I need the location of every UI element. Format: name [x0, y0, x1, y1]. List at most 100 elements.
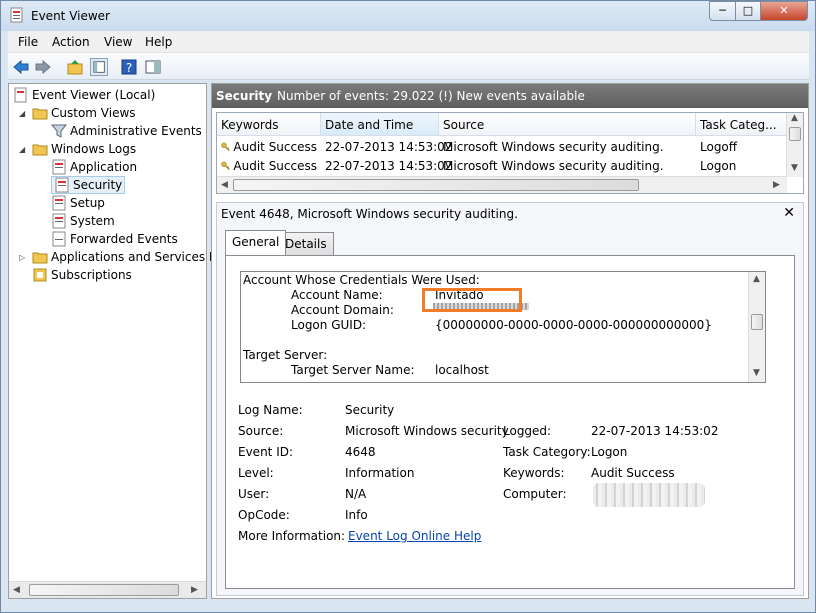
log-name-value: Security: [345, 403, 395, 417]
column-header-source[interactable]: Source: [439, 113, 696, 136]
tree-item-system[interactable]: System: [51, 212, 115, 230]
message-vertical-scrollbar[interactable]: ▲ ▼: [748, 272, 765, 382]
field-label: Source:: [238, 424, 284, 438]
scroll-thumb[interactable]: [29, 584, 179, 596]
tree-item-security[interactable]: Security: [51, 176, 126, 194]
window-title: Event Viewer: [31, 9, 110, 23]
scroll-left-arrow-icon[interactable]: ◀: [221, 180, 228, 190]
field-label: Logged:: [503, 424, 552, 438]
grid-vertical-scrollbar[interactable]: ▲ ▼: [786, 113, 803, 177]
key-icon: [221, 142, 230, 151]
field-label: Keywords:: [503, 466, 565, 480]
scroll-up-arrow-icon[interactable]: ▲: [753, 274, 760, 284]
tab-general[interactable]: General: [225, 230, 287, 255]
cell-task-category: Logoff: [700, 139, 738, 154]
scroll-right-arrow-icon[interactable]: ▶: [773, 180, 780, 190]
filter-icon: [51, 124, 67, 138]
cell-keywords: Audit Success: [217, 137, 321, 156]
message-section-target: Target Server:: [243, 348, 328, 362]
tree-item-windows-logs[interactable]: ◢ Windows Logs: [19, 140, 136, 158]
folder-up-icon[interactable]: [66, 58, 84, 76]
field-label: Task Category:: [503, 445, 591, 459]
event-message-box[interactable]: Account Whose Credentials Were Used: Acc…: [240, 271, 766, 383]
field-label: Log Name:: [238, 403, 303, 417]
column-header-task-category[interactable]: Task Categ...: [696, 113, 787, 136]
menu-action[interactable]: Action: [52, 35, 90, 49]
scroll-thumb[interactable]: [233, 179, 639, 191]
forward-arrow-icon[interactable]: [34, 58, 52, 76]
tree-item-custom-views[interactable]: ◢ Custom Views: [19, 104, 136, 122]
logon-guid-value: {00000000-0000-0000-0000-000000000000}: [435, 318, 712, 332]
log-header: Security Number of events: 29.022 (!) Ne…: [212, 84, 808, 108]
scroll-down-arrow-icon[interactable]: ▼: [753, 368, 760, 378]
tree-item-setup[interactable]: Setup: [51, 194, 105, 212]
show-action-pane-icon[interactable]: [144, 58, 162, 76]
cell-keywords: Audit Success: [217, 156, 321, 175]
detail-close-icon[interactable]: ✕: [783, 205, 795, 221]
column-header-date-time[interactable]: Date and Time: [321, 113, 439, 136]
tree-label: Event Viewer (Local): [32, 88, 156, 102]
collapse-triangle-icon[interactable]: ◢: [19, 109, 28, 118]
redacted-computer-name: [593, 483, 705, 507]
event-log-online-help-link[interactable]: Event Log Online Help: [348, 529, 481, 543]
tree-item-application[interactable]: Application: [51, 158, 137, 176]
minimize-button[interactable]: ─: [709, 1, 736, 21]
folder-icon: [32, 144, 48, 156]
log-icon: [52, 195, 66, 211]
grid-horizontal-scrollbar[interactable]: ◀ ▶: [217, 176, 787, 193]
expand-triangle-icon[interactable]: ▷: [19, 253, 28, 262]
scroll-thumb[interactable]: [789, 127, 801, 141]
folder-icon: [32, 108, 48, 120]
toolbar: ?: [8, 53, 809, 80]
tree-label: Security: [73, 178, 123, 192]
scroll-left-arrow-icon[interactable]: ◀: [13, 585, 20, 595]
field-label: Computer:: [503, 487, 567, 501]
maximize-button[interactable]: □: [735, 1, 761, 21]
cell-source: Microsoft Windows security auditing.: [443, 139, 664, 154]
tree-label: Custom Views: [51, 106, 136, 120]
collapse-triangle-icon[interactable]: ◢: [19, 145, 28, 154]
tree-item-event-viewer-local[interactable]: Event Viewer (Local): [13, 86, 155, 104]
title-bar: Event Viewer ─ □ ✕: [1, 1, 815, 31]
event-id-value: 4648: [345, 445, 376, 459]
key-icon: [221, 161, 230, 170]
tree-label: System: [70, 214, 115, 228]
console-tree-pane: Event Viewer (Local) ◢ Custom Views Admi…: [8, 83, 223, 599]
log-icon: [52, 159, 66, 175]
cell-task-category: Logon: [700, 158, 737, 173]
back-arrow-icon[interactable]: [12, 58, 30, 76]
tree-label: Subscriptions: [51, 268, 132, 282]
log-icon: [52, 231, 66, 247]
menu-file[interactable]: File: [18, 35, 38, 49]
tab-details[interactable]: Details: [278, 232, 334, 255]
cell-date-time: 22-07-2013 14:53:02: [325, 158, 453, 173]
tree-label: Administrative Events: [70, 124, 202, 138]
general-tab-body: Account Whose Credentials Were Used: Acc…: [225, 255, 795, 589]
scroll-down-arrow-icon[interactable]: ▼: [791, 163, 798, 173]
close-button[interactable]: ✕: [760, 1, 808, 21]
keywords-value: Audit Success: [591, 466, 675, 480]
column-header-keywords[interactable]: Keywords: [217, 113, 321, 136]
log-title: Security: [216, 89, 273, 103]
orange-highlight-box: [422, 288, 522, 312]
tree-item-administrative-events[interactable]: Administrative Events: [51, 122, 202, 140]
message-label: Target Server Name:: [291, 363, 415, 377]
help-icon[interactable]: ?: [120, 58, 138, 76]
event-count-info: Number of events: 29.022 (!) New events …: [277, 89, 585, 103]
menu-view[interactable]: View: [104, 35, 132, 49]
tree-item-subscriptions[interactable]: Subscriptions: [32, 266, 132, 284]
scroll-up-arrow-icon[interactable]: ▲: [791, 113, 798, 123]
show-hide-console-tree-icon[interactable]: [90, 58, 108, 76]
logged-value: 22-07-2013 14:53:02: [591, 424, 719, 438]
svg-text:?: ?: [126, 61, 132, 75]
tree-item-applications-and-services[interactable]: ▷ Applications and Services Lo: [19, 248, 223, 266]
log-pane: Security Number of events: 29.022 (!) Ne…: [211, 83, 809, 599]
menu-help[interactable]: Help: [145, 35, 172, 49]
field-label: User:: [238, 487, 270, 501]
left-pane-horizontal-scrollbar[interactable]: ◀ ▶: [9, 581, 206, 598]
scroll-thumb[interactable]: [751, 314, 763, 330]
tree-label: Setup: [70, 196, 105, 210]
scroll-right-arrow-icon[interactable]: ▶: [191, 585, 198, 595]
tree-item-forwarded-events[interactable]: Forwarded Events: [51, 230, 178, 248]
folder-icon: [32, 252, 48, 264]
